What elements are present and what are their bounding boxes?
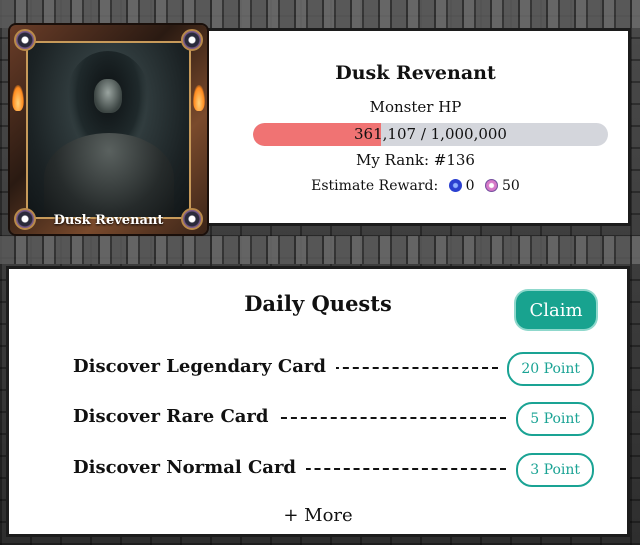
my-rank: My Rank: #136 bbox=[356, 151, 475, 169]
card-name: Dusk Revenant bbox=[53, 213, 164, 228]
stone-wall-top bbox=[0, 0, 640, 28]
reward-coin-value: 0 bbox=[465, 178, 475, 194]
quest-name: Discover Legendary Card bbox=[73, 356, 336, 377]
estimate-reward: Estimate Reward: 0 50 bbox=[203, 178, 628, 194]
reward-label: Estimate Reward: bbox=[311, 178, 439, 194]
stone-wall-middle bbox=[0, 236, 640, 264]
quest-name: Discover Normal Card bbox=[73, 457, 307, 478]
skull-face-art bbox=[94, 79, 122, 113]
hp-value: 361,107 / 1,000,000 bbox=[354, 125, 507, 143]
quest-item: Discover Rare Card 5 Point bbox=[73, 402, 594, 436]
more-quests-link[interactable]: + More bbox=[9, 505, 627, 526]
dashed-leader bbox=[295, 468, 506, 470]
coin-icon bbox=[448, 179, 462, 192]
gem-icon bbox=[181, 29, 203, 51]
quest-item: Discover Legendary Card 20 Point bbox=[73, 352, 594, 386]
daily-quests-panel: Daily Quests Claim Discover Legendary Ca… bbox=[6, 266, 630, 537]
quest-points-badge: 3 Point bbox=[516, 453, 594, 487]
potion-icon bbox=[485, 179, 499, 192]
quest-points-badge: 20 Point bbox=[507, 352, 594, 386]
monster-card[interactable]: Dusk Revenant bbox=[10, 25, 207, 234]
gem-icon bbox=[14, 29, 36, 51]
monster-artwork bbox=[26, 41, 191, 219]
boss-title: Dusk Revenant bbox=[335, 62, 496, 84]
dashed-leader bbox=[271, 417, 506, 419]
quest-item: Discover Normal Card 3 Point bbox=[73, 453, 594, 487]
hp-label: Monster HP bbox=[369, 98, 462, 116]
dashed-leader bbox=[323, 367, 498, 369]
armor-art bbox=[44, 133, 174, 217]
flame-icon bbox=[193, 85, 205, 111]
boss-panel: Dusk Revenant Monster HP 361,107 / 1,000… bbox=[200, 28, 631, 226]
claim-button[interactable]: Claim bbox=[516, 291, 596, 329]
quest-name: Discover Rare Card bbox=[73, 406, 279, 427]
hp-bar: 361,107 / 1,000,000 bbox=[253, 123, 608, 146]
flame-icon bbox=[12, 85, 24, 111]
reward-potion-value: 50 bbox=[502, 178, 520, 194]
quest-points-badge: 5 Point bbox=[516, 402, 594, 436]
